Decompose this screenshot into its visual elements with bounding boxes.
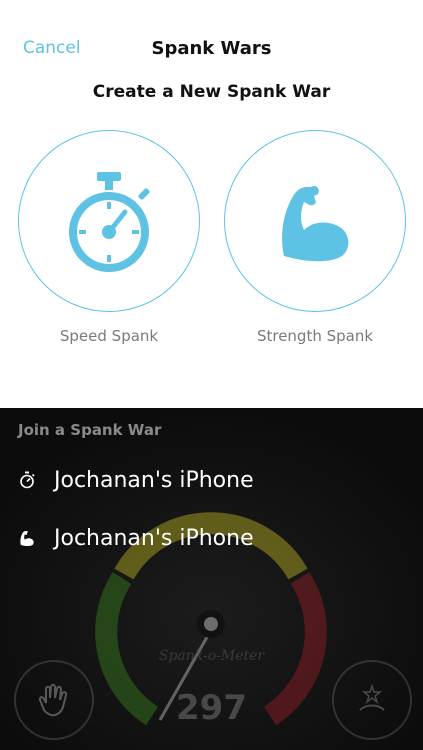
page-title: Spank Wars (151, 38, 272, 59)
strength-spank-button[interactable] (224, 130, 406, 312)
create-heading: Create a New Spank War (92, 82, 331, 102)
speed-spank-label: Speed Spank (59, 327, 159, 345)
flag-button[interactable] (332, 660, 412, 740)
join-heading: Join a Spank War (18, 421, 162, 439)
hand-button[interactable] (14, 660, 94, 740)
strength-spank-label: Strength Spank (256, 327, 374, 345)
flexed-arm-icon (282, 186, 349, 262)
create-section: Cancel Spank Wars Create a New Spank War (0, 0, 423, 408)
join-list-item[interactable]: Jochanan's iPhone (0, 518, 423, 558)
flag-icon (359, 683, 385, 711)
join-section: Join a Spank War Jochanan's iPhone Jocha… (0, 408, 423, 750)
flexed-arm-icon (17, 528, 37, 548)
speed-spank-button[interactable] (18, 130, 200, 312)
stopwatch-icon (17, 470, 37, 490)
speed-spank-option[interactable]: Speed Spank (16, 130, 202, 345)
join-item-name: Jochanan's iPhone (54, 467, 254, 493)
stopwatch-icon (69, 172, 150, 272)
hand-icon (38, 683, 68, 717)
strength-spank-option[interactable]: Strength Spank (222, 130, 408, 345)
join-list-item[interactable]: Jochanan's iPhone (0, 460, 423, 500)
app-screen: Cancel Spank Wars Create a New Spank War (0, 0, 423, 750)
join-item-name: Jochanan's iPhone (54, 525, 254, 551)
